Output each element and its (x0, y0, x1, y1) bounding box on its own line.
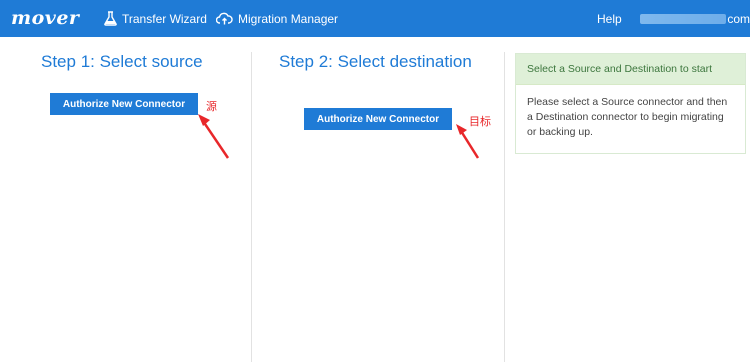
destination-arrow-icon (456, 124, 480, 159)
info-panel: Select a Source and Destination to start… (515, 53, 746, 154)
info-panel-body: Please select a Source connector and the… (527, 96, 728, 138)
source-arrow-icon (198, 114, 230, 159)
info-panel-heading: Select a Source and Destination to start (516, 54, 745, 85)
